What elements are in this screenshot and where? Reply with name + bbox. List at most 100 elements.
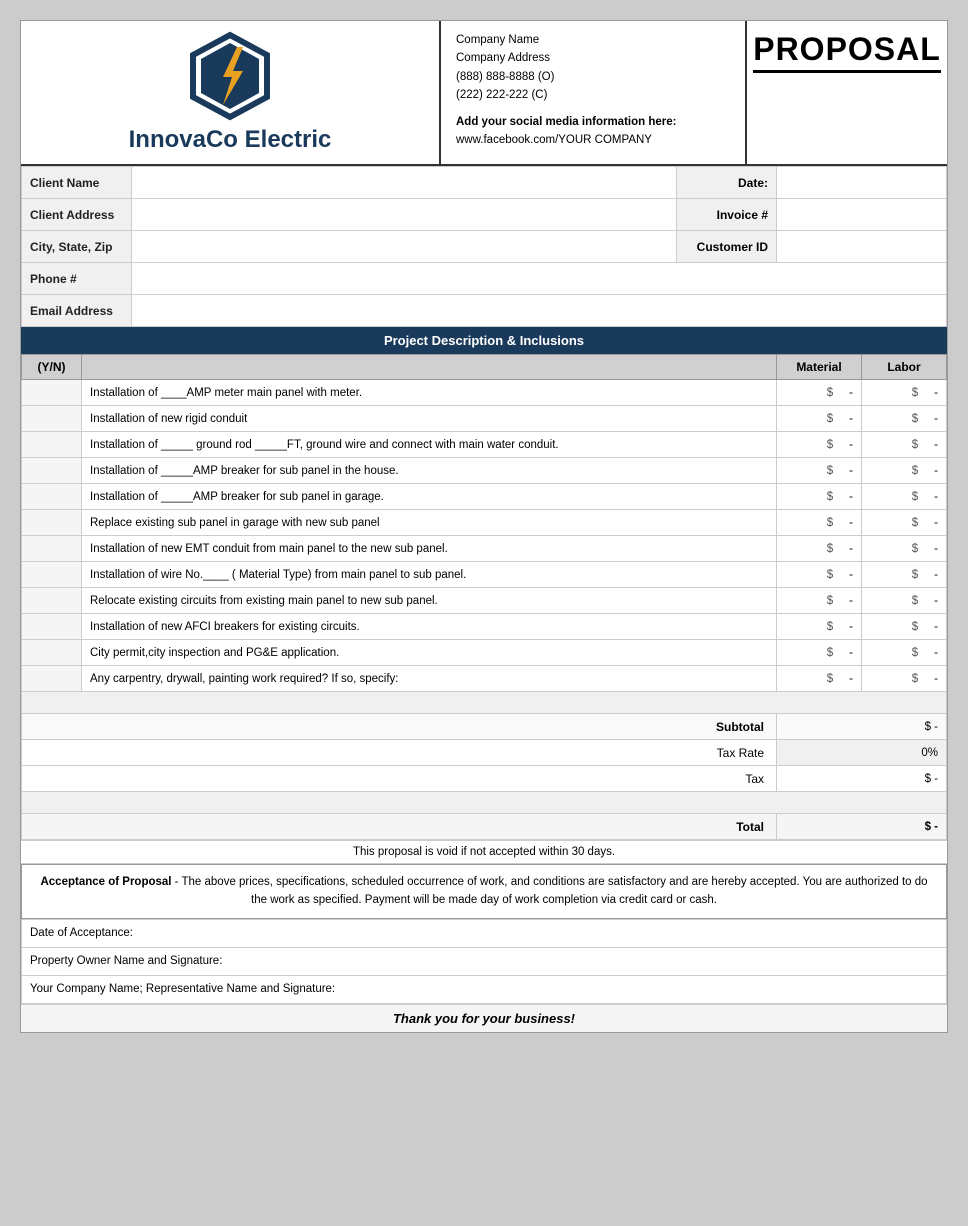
logo-electric: Electric (238, 126, 331, 153)
labor-cell-0: $ - (862, 380, 947, 406)
project-item-row: Any carpentry, drywall, painting work re… (22, 666, 947, 692)
company-rep-label: Your Company Name; Representative Name a… (22, 975, 947, 1003)
material-cell-3: $ - (777, 458, 862, 484)
project-table-header-row: (Y/N) Material Labor (22, 355, 947, 380)
tax-value: $ - (777, 766, 947, 792)
client-name-label: Client Name (22, 167, 132, 199)
client-info-table: Client Name Date: Client Address Invoice… (21, 166, 947, 327)
client-name-value[interactable] (132, 167, 677, 199)
client-address-value[interactable] (132, 199, 677, 231)
yn-cell-11[interactable] (22, 666, 82, 692)
spacer-row-1 (22, 692, 947, 714)
yn-cell-4[interactable] (22, 484, 82, 510)
subtotal-label: Subtotal (22, 714, 777, 740)
desc-cell-5: Replace existing sub panel in garage wit… (82, 510, 777, 536)
phone-value[interactable] (132, 263, 947, 295)
invoice-value[interactable] (777, 199, 947, 231)
void-notice: This proposal is void if not accepted wi… (21, 840, 947, 864)
acceptance-title: Acceptance of Proposal (40, 876, 171, 888)
yn-cell-0[interactable] (22, 380, 82, 406)
client-address-label: Client Address (22, 199, 132, 231)
project-section-header: Project Description & Inclusions (21, 327, 947, 354)
project-item-row: Installation of _____AMP breaker for sub… (22, 484, 947, 510)
tax-label: Tax (22, 766, 777, 792)
project-item-row: Installation of new EMT conduit from mai… (22, 536, 947, 562)
subtotal-value: $ - (777, 714, 947, 740)
logo-section: InnovaCo Electric (21, 21, 441, 164)
project-item-row: Installation of new AFCI breakers for ex… (22, 614, 947, 640)
company-phone-c: (222) 222-222 (C) (456, 86, 730, 104)
material-cell-10: $ - (777, 640, 862, 666)
material-cell-2: $ - (777, 432, 862, 458)
tax-rate-value: 0% (777, 740, 947, 766)
company-phone-o: (888) 888-8888 (O) (456, 68, 730, 86)
city-state-zip-value[interactable] (132, 231, 677, 263)
yn-cell-9[interactable] (22, 614, 82, 640)
email-row: Email Address (22, 295, 947, 327)
tax-rate-row: Tax Rate 0% (22, 740, 947, 766)
project-item-row: Installation of _____AMP breaker for sub… (22, 458, 947, 484)
material-cell-4: $ - (777, 484, 862, 510)
yn-cell-6[interactable] (22, 536, 82, 562)
project-item-row: Installation of new rigid conduit$ -$ - (22, 406, 947, 432)
desc-cell-10: City permit,city inspection and PG&E app… (82, 640, 777, 666)
labor-cell-6: $ - (862, 536, 947, 562)
email-value[interactable] (132, 295, 947, 327)
labor-cell-1: $ - (862, 406, 947, 432)
yn-cell-7[interactable] (22, 562, 82, 588)
yn-cell-8[interactable] (22, 588, 82, 614)
city-state-zip-row: City, State, Zip Customer ID (22, 231, 947, 263)
date-value[interactable] (777, 167, 947, 199)
labor-cell-9: $ - (862, 614, 947, 640)
project-item-row: Installation of _____ ground rod _____FT… (22, 432, 947, 458)
proposal-title-section: PROPOSAL (747, 21, 947, 164)
client-address-row: Client Address Invoice # (22, 199, 947, 231)
proposal-title: PROPOSAL (753, 31, 941, 73)
social-label: Add your social media information here: (456, 113, 730, 131)
property-owner-row: Property Owner Name and Signature: (22, 947, 947, 975)
spacer-row-2 (22, 792, 947, 814)
project-item-row: Installation of ____AMP meter main panel… (22, 380, 947, 406)
material-cell-9: $ - (777, 614, 862, 640)
yn-cell-2[interactable] (22, 432, 82, 458)
yn-cell-1[interactable] (22, 406, 82, 432)
desc-cell-1: Installation of new rigid conduit (82, 406, 777, 432)
project-item-row: Installation of wire No.____ ( Material … (22, 562, 947, 588)
project-table: (Y/N) Material Labor Installation of ___… (21, 354, 947, 840)
total-value: $ - (777, 814, 947, 840)
total-label: Total (22, 814, 777, 840)
desc-cell-3: Installation of _____AMP breaker for sub… (82, 458, 777, 484)
yn-cell-5[interactable] (22, 510, 82, 536)
col-labor-header: Labor (862, 355, 947, 380)
project-item-row: City permit,city inspection and PG&E app… (22, 640, 947, 666)
company-address: Company Address (456, 49, 730, 67)
proposal-document: InnovaCo Electric Company Name Company A… (20, 20, 948, 1033)
labor-cell-5: $ - (862, 510, 947, 536)
labor-cell-4: $ - (862, 484, 947, 510)
labor-cell-11: $ - (862, 666, 947, 692)
yn-cell-3[interactable] (22, 458, 82, 484)
desc-cell-2: Installation of _____ ground rod _____FT… (82, 432, 777, 458)
col-material-header: Material (777, 355, 862, 380)
material-cell-7: $ - (777, 562, 862, 588)
labor-cell-7: $ - (862, 562, 947, 588)
desc-cell-7: Installation of wire No.____ ( Material … (82, 562, 777, 588)
signature-table: Date of Acceptance: Property Owner Name … (21, 919, 947, 1004)
material-cell-8: $ - (777, 588, 862, 614)
material-cell-6: $ - (777, 536, 862, 562)
company-logo-icon (185, 31, 275, 121)
total-row: Total $ - (22, 814, 947, 840)
date-label: Date: (677, 167, 777, 199)
city-state-zip-label: City, State, Zip (22, 231, 132, 263)
header: InnovaCo Electric Company Name Company A… (21, 21, 947, 166)
client-name-row: Client Name Date: (22, 167, 947, 199)
thank-you-message: Thank you for your business! (21, 1004, 947, 1032)
invoice-label: Invoice # (677, 199, 777, 231)
yn-cell-10[interactable] (22, 640, 82, 666)
desc-cell-6: Installation of new EMT conduit from mai… (82, 536, 777, 562)
customer-id-value[interactable] (777, 231, 947, 263)
logo-innovaco: InnovaCo (129, 126, 238, 153)
company-rep-row: Your Company Name; Representative Name a… (22, 975, 947, 1003)
project-item-row: Relocate existing circuits from existing… (22, 588, 947, 614)
labor-cell-10: $ - (862, 640, 947, 666)
